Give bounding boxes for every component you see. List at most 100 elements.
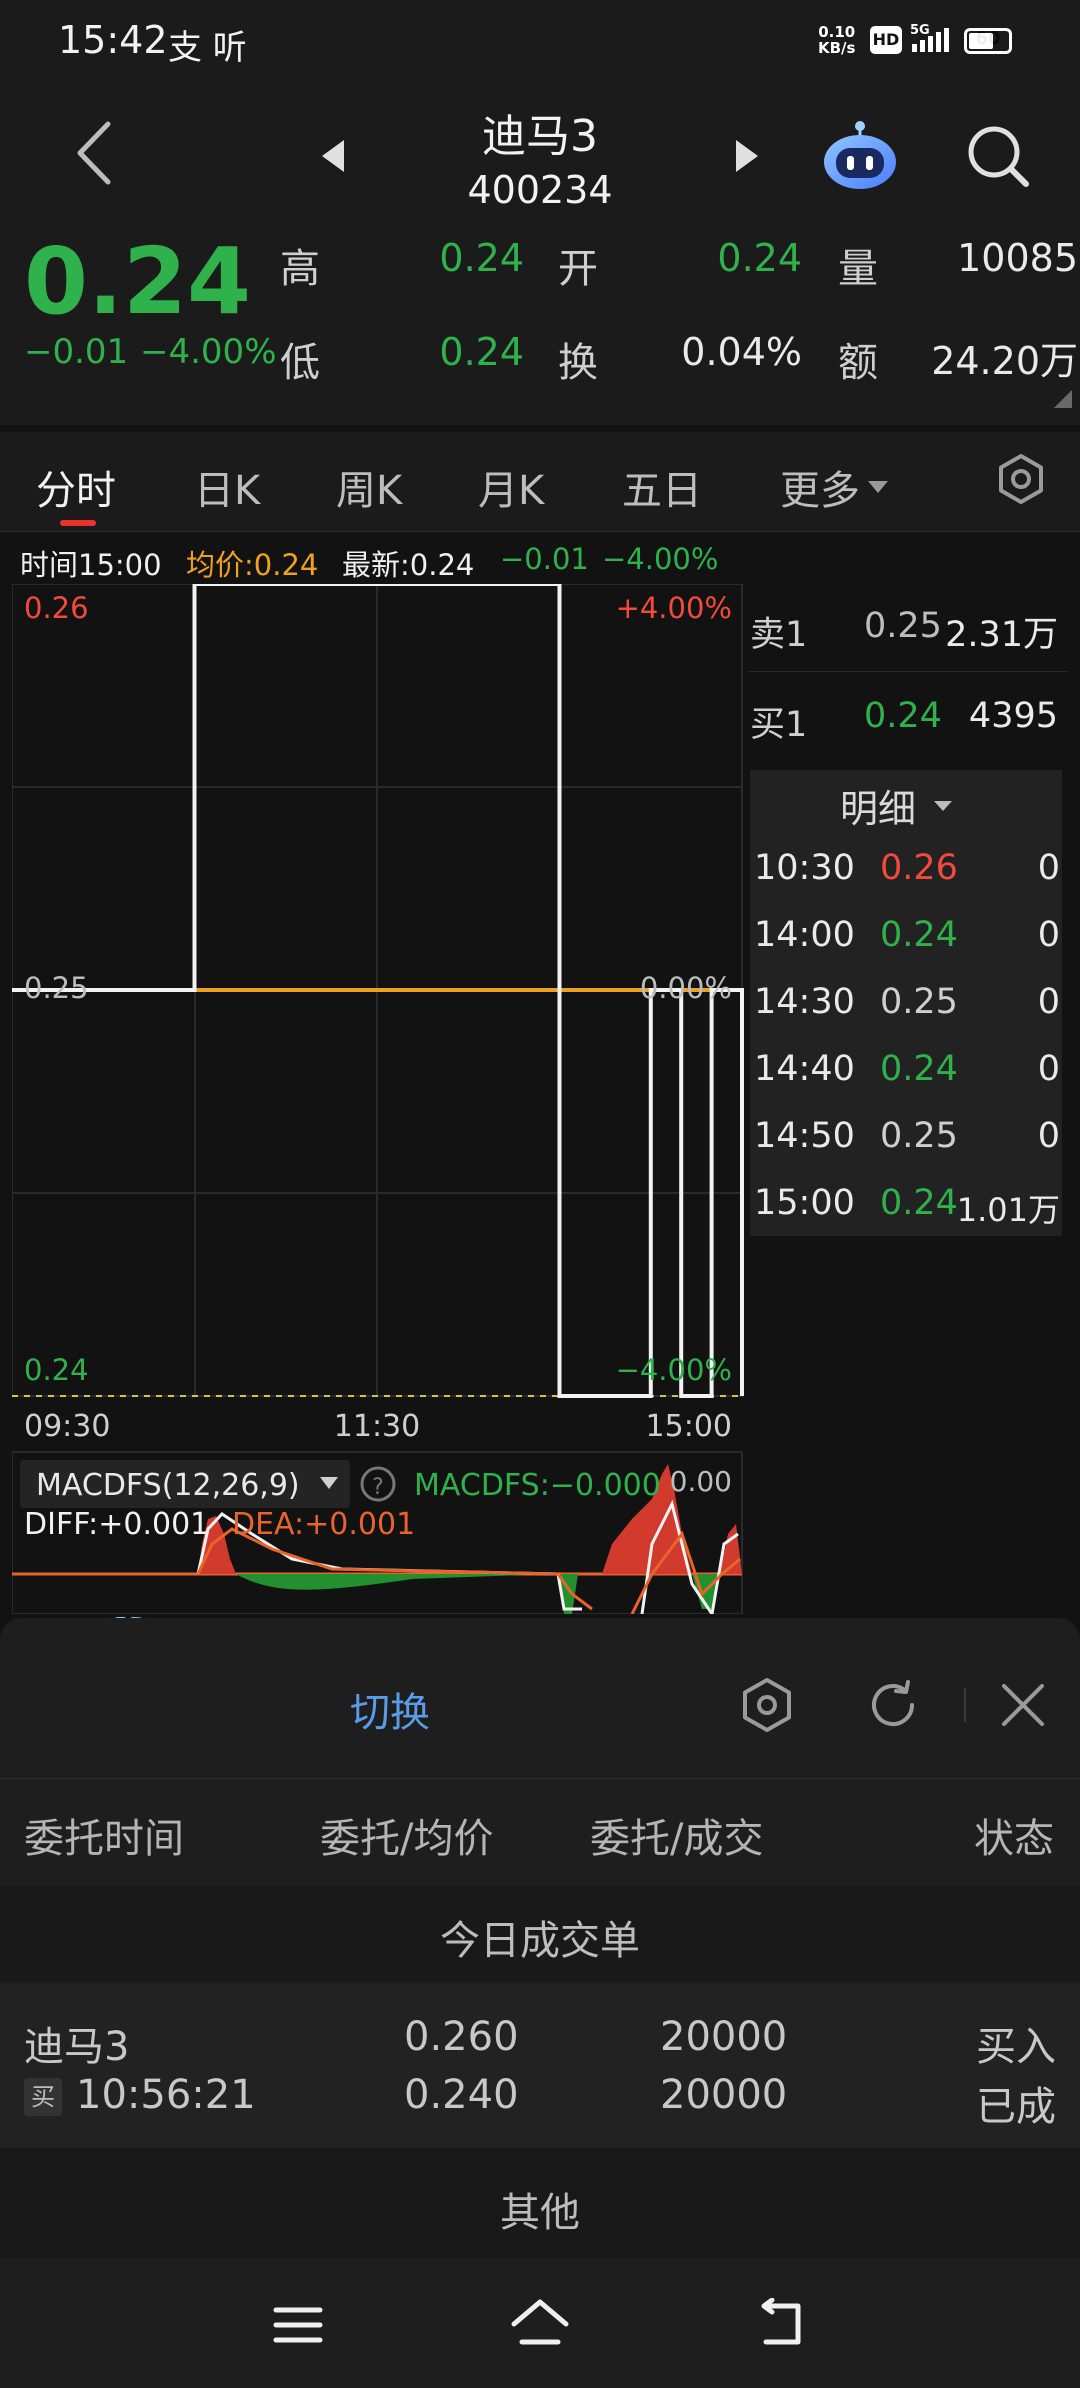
info-pct: −4.00%	[602, 542, 719, 576]
turnover-value: 0.04%	[681, 330, 802, 374]
sell1-label: 卖1	[750, 615, 808, 655]
trade-time: 10:30	[754, 848, 855, 888]
detail-toggle[interactable]: 明细	[840, 778, 954, 833]
tab-weekly-k[interactable]: 周K	[336, 458, 402, 516]
tab-more[interactable]: 更多	[780, 458, 890, 516]
turnover-label: 换	[558, 340, 598, 386]
macd-diff: DIFF:+0.001	[24, 1507, 209, 1542]
refresh-icon[interactable]	[864, 1676, 922, 1738]
trade-time: 14:30	[754, 982, 855, 1022]
battery-icon: 60	[964, 28, 1012, 54]
sell1-volume: 2.31万	[945, 615, 1058, 655]
order-qty: 20000	[660, 2014, 788, 2060]
volume-label: 量	[838, 246, 878, 292]
tab-intraday[interactable]: 分时	[36, 458, 116, 516]
amount-value: 24.20万	[931, 339, 1078, 383]
help-icon-glyph: ?	[372, 1475, 384, 1500]
order-price: 0.260	[404, 2014, 519, 2060]
buy1-row[interactable]: 买1 0.24 4395	[748, 674, 1068, 762]
trade-time: 14:00	[754, 915, 855, 955]
trade-row: 14:50 0.25 0	[754, 1116, 1060, 1176]
volume-value: 10085	[957, 236, 1078, 280]
column-status: 状态	[974, 1816, 1054, 1862]
amount-label: 额	[838, 340, 878, 386]
macd-zero-label: 0.00	[670, 1465, 732, 1498]
triangle-left-icon[interactable]	[318, 136, 348, 180]
y-tick-pct-mid: 0.00%	[640, 971, 732, 1005]
macd-dea: DEA:+0.001	[232, 1507, 415, 1542]
back-icon[interactable]	[752, 2297, 808, 2354]
intraday-chart[interactable]: 0.26 0.25 0.24 +4.00% 0.00% −4.00% 09:30…	[12, 584, 748, 1614]
chevron-left-icon[interactable]	[70, 118, 120, 192]
x-tick-mid: 11:30	[334, 1409, 420, 1444]
last-price: 0.24	[24, 228, 251, 335]
trade-volume: 0	[1037, 982, 1060, 1022]
home-icon[interactable]	[510, 2296, 570, 2356]
order-filled-qty: 20000	[660, 2072, 788, 2118]
column-order-avg-price: 委托/均价	[320, 1816, 494, 1862]
trade-price: 0.24	[880, 1183, 958, 1223]
search-icon[interactable]	[964, 122, 1034, 196]
menu-icon[interactable]	[270, 2300, 326, 2354]
order-stock-name: 迪马3	[24, 2024, 130, 2070]
status-app-icons: ⽀ 听	[168, 28, 247, 68]
close-icon[interactable]	[996, 1678, 1050, 1736]
settings-hexagon-icon[interactable]	[738, 1676, 796, 1738]
tab-more-label: 更多	[780, 468, 860, 514]
trade-volume: 0	[1037, 848, 1060, 888]
low-label: 低	[280, 340, 320, 386]
sell1-price: 0.25	[864, 606, 942, 646]
status-time: 15:42	[58, 18, 168, 62]
expand-corner-icon[interactable]	[1054, 390, 1072, 412]
price-change: −0.01	[24, 332, 129, 372]
sell1-row[interactable]: 卖1 0.25 2.31万	[748, 584, 1068, 672]
caret-down-icon	[934, 800, 953, 811]
high-label: 高	[280, 246, 320, 292]
trade-row: 14:30 0.25 0	[754, 982, 1060, 1042]
triangle-right-icon[interactable]	[732, 136, 762, 180]
trade-volume: 1.01万	[956, 1191, 1060, 1229]
trade-price: 0.25	[880, 1116, 958, 1156]
low-value: 0.24	[439, 330, 524, 374]
trade-time: 14:40	[754, 1049, 855, 1089]
tab-daily-k[interactable]: 日K	[194, 458, 260, 516]
trade-volume: 0	[1037, 915, 1060, 955]
net-speed-unit: KB/s	[818, 39, 856, 57]
trade-row: 15:00 0.24 1.01万	[754, 1183, 1060, 1243]
net-speed: 0.10 KB/s	[818, 24, 855, 56]
y-tick-high: 0.26	[24, 591, 89, 625]
x-tick-close: 15:00	[646, 1409, 732, 1444]
tab-five-day[interactable]: 五日	[622, 458, 702, 516]
settings-hexagon-icon[interactable]	[994, 452, 1048, 510]
svg-text:5G: 5G	[910, 23, 930, 38]
price-change-pct: −4.00%	[140, 332, 277, 372]
buy1-price: 0.24	[864, 696, 942, 736]
column-order-time: 委托时间	[24, 1816, 184, 1862]
order-status: 已成	[976, 2084, 1056, 2130]
stock-name: 迪马3	[482, 111, 598, 162]
trade-row: 14:40 0.24 0	[754, 1049, 1060, 1109]
macd-value: MACDFS:−0.000	[414, 1468, 661, 1503]
y-tick-mid: 0.25	[24, 971, 89, 1005]
signal-icon: 5G	[910, 22, 958, 58]
caret-down-icon	[868, 481, 888, 493]
tab-active-indicator	[60, 520, 96, 526]
trade-row: 14:00 0.24 0	[754, 915, 1060, 975]
tab-monthly-k[interactable]: 月K	[478, 458, 544, 516]
switch-account-link[interactable]: 切换	[350, 1680, 430, 1738]
info-avg: 均价:0.24	[186, 548, 319, 582]
order-side: 买入	[976, 2024, 1056, 2070]
today-trades-label: 今日成交单	[440, 1918, 640, 1964]
order-row[interactable]	[0, 1984, 1080, 2146]
info-latest: 最新:0.24	[342, 548, 475, 582]
open-label: 开	[558, 246, 598, 292]
high-value: 0.24	[439, 236, 524, 280]
buy1-volume: 4395	[968, 696, 1058, 736]
y-tick-pct-high: +4.00%	[616, 591, 732, 625]
detail-label: 明细	[840, 787, 917, 831]
trade-volume: 0	[1037, 1116, 1060, 1156]
trade-volume: 0	[1037, 1049, 1060, 1089]
trade-row: 10:30 0.26 0	[754, 848, 1060, 908]
open-value: 0.24	[717, 236, 802, 280]
robot-assistant-icon[interactable]	[820, 118, 900, 196]
